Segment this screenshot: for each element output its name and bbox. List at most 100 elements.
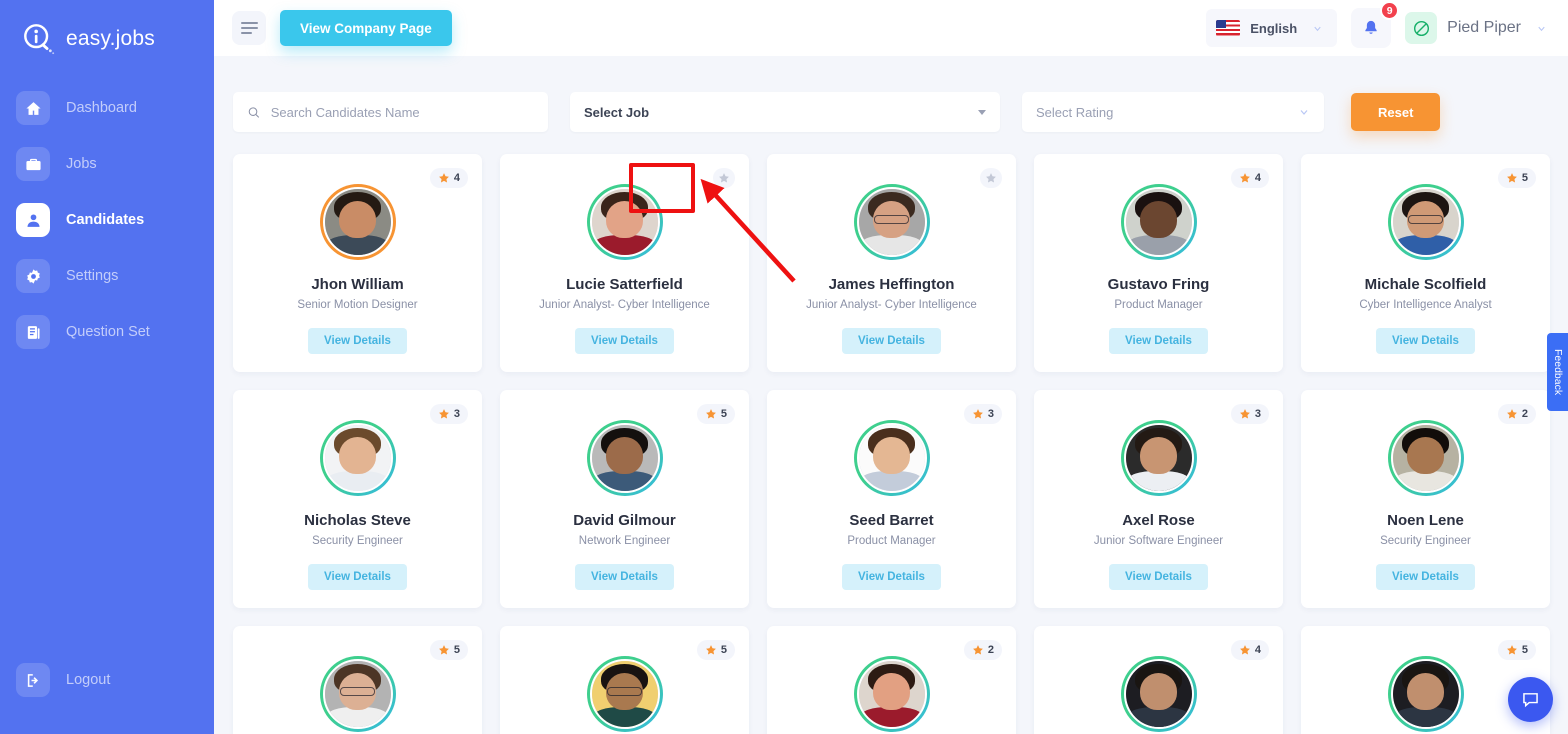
rating-badge[interactable] [713, 168, 735, 188]
candidate-card[interactable]: 5 [233, 626, 482, 734]
star-icon [1506, 173, 1517, 183]
star-icon [986, 173, 996, 183]
star-icon [438, 645, 449, 655]
sidebar-item-label: Candidates [66, 212, 145, 228]
logout-icon [16, 663, 50, 697]
language-selector[interactable]: English [1206, 9, 1338, 47]
rating-badge[interactable]: 5 [696, 404, 735, 424]
view-details-button[interactable]: View Details [1376, 564, 1475, 590]
sidebar-item-candidates[interactable]: Candidates [0, 196, 214, 244]
star-icon [438, 173, 449, 183]
select-job-value: Select Job [584, 104, 650, 120]
avatar [1387, 420, 1464, 496]
view-company-page-button[interactable]: View Company Page [280, 10, 452, 46]
avatar-photo [322, 423, 393, 493]
rating-badge[interactable]: 4 [1230, 168, 1269, 188]
rating-badge[interactable]: 3 [429, 404, 468, 424]
view-details-button[interactable]: View Details [575, 328, 674, 354]
search-icon [248, 106, 260, 118]
candidate-card[interactable]: 3 Seed Barret Product Manager View Details [767, 390, 1016, 608]
user-icon [16, 203, 50, 237]
home-icon [16, 91, 50, 125]
avatar [1120, 184, 1197, 260]
candidate-card[interactable]: 2 Noen Lene Security Engineer View Details [1301, 390, 1550, 608]
brand[interactable]: easy.jobs [0, 0, 214, 60]
view-details-button[interactable]: View Details [1376, 328, 1475, 354]
star-icon [972, 409, 983, 419]
view-details-button[interactable]: View Details [308, 564, 407, 590]
candidate-card[interactable]: 4 Gustavo Fring Product Manager View Detail… [1034, 154, 1283, 372]
candidate-role: Junior Analyst- Cyber Intelligence [539, 299, 710, 311]
candidate-card[interactable]: 2 [767, 626, 1016, 734]
star-icon [972, 645, 983, 655]
search-candidates-field[interactable] [233, 92, 548, 132]
candidate-card[interactable]: James Heffington Junior Analyst- Cyber In… [767, 154, 1016, 372]
candidate-role: Senior Motion Designer [297, 299, 418, 311]
select-rating-dropdown[interactable]: Select Rating [1022, 92, 1324, 132]
candidate-card[interactable]: 5 David Gilmour Network Engineer View Detai… [500, 390, 749, 608]
rating-badge[interactable]: 4 [429, 168, 468, 188]
gear-icon [16, 259, 50, 293]
rating-badge[interactable]: 2 [1497, 404, 1536, 424]
candidate-card[interactable]: Lucie Satterfield Junior Analyst- Cyber I… [500, 154, 749, 372]
reset-button[interactable]: Reset [1351, 93, 1441, 131]
rating-value: 5 [1521, 172, 1528, 184]
candidate-card[interactable]: 5 [500, 626, 749, 734]
candidate-role: Product Manager [847, 535, 936, 547]
candidate-card[interactable]: 5 [1301, 626, 1550, 734]
candidate-card[interactable]: 4 [1034, 626, 1283, 734]
select-job-dropdown[interactable]: Select Job [570, 92, 1000, 132]
candidate-name: Nicholas Steve [304, 512, 411, 529]
sidebar-item-dashboard[interactable]: Dashboard [0, 84, 214, 132]
rating-badge[interactable] [980, 168, 1002, 188]
avatar-photo [1123, 659, 1194, 729]
candidate-card[interactable]: 3 Nicholas Steve Security Engineer View Det… [233, 390, 482, 608]
magnifier-i-logo-icon [22, 22, 56, 56]
candidate-card[interactable]: 5 Michale Scolfield Cyber Intelligence Ana… [1301, 154, 1550, 372]
rating-badge[interactable]: 3 [1230, 404, 1269, 424]
view-details-button[interactable]: View Details [575, 564, 674, 590]
search-input[interactable] [270, 104, 534, 120]
rating-value: 4 [1254, 644, 1261, 656]
rating-badge[interactable]: 4 [1230, 640, 1269, 660]
rating-badge[interactable]: 5 [1497, 640, 1536, 660]
rating-value: 2 [1521, 408, 1528, 420]
feedback-tab[interactable]: Feedback [1547, 333, 1568, 411]
account-menu[interactable]: Pied Piper [1405, 12, 1551, 44]
avatar [1387, 184, 1464, 260]
avatar [853, 420, 930, 496]
view-details-button[interactable]: View Details [842, 328, 941, 354]
chat-button[interactable] [1508, 677, 1553, 722]
sidebar-item-label: Dashboard [66, 100, 137, 116]
rating-value: 5 [720, 408, 727, 420]
candidate-grid: 4 Jhon William Senior Motion Designer View … [214, 132, 1568, 734]
view-details-button[interactable]: View Details [1109, 564, 1208, 590]
briefcase-icon [16, 147, 50, 181]
candidate-card[interactable]: 3 Axel Rose Junior Software Engineer View D… [1034, 390, 1283, 608]
rating-badge[interactable]: 3 [963, 404, 1002, 424]
view-details-button[interactable]: View Details [842, 564, 941, 590]
sidebar-item-question-set[interactable]: Question Set [0, 308, 214, 356]
main-content: View Company Page English 9 Pied Piper S… [214, 0, 1568, 734]
logout-button[interactable]: Logout [0, 656, 214, 704]
sidebar-item-label: Jobs [66, 156, 97, 172]
rating-badge[interactable]: 5 [696, 640, 735, 660]
sidebar-item-jobs[interactable]: Jobs [0, 140, 214, 188]
rating-badge[interactable]: 2 [963, 640, 1002, 660]
view-details-button[interactable]: View Details [308, 328, 407, 354]
view-details-button[interactable]: View Details [1109, 328, 1208, 354]
avatar [319, 420, 396, 496]
rating-badge[interactable]: 5 [1497, 168, 1536, 188]
sidebar-item-settings[interactable]: Settings [0, 252, 214, 300]
star-icon [1239, 645, 1250, 655]
chevron-down-icon [1531, 18, 1551, 38]
hamburger-icon[interactable] [232, 11, 266, 45]
avatar [853, 656, 930, 732]
language-label: English [1250, 20, 1298, 36]
logout-label: Logout [66, 672, 111, 688]
candidate-card[interactable]: 4 Jhon William Senior Motion Designer View … [233, 154, 482, 372]
rating-value: 2 [987, 644, 994, 656]
rating-badge[interactable]: 5 [429, 640, 468, 660]
rating-value: 5 [453, 644, 460, 656]
notifications-button[interactable]: 9 [1351, 1, 1400, 48]
